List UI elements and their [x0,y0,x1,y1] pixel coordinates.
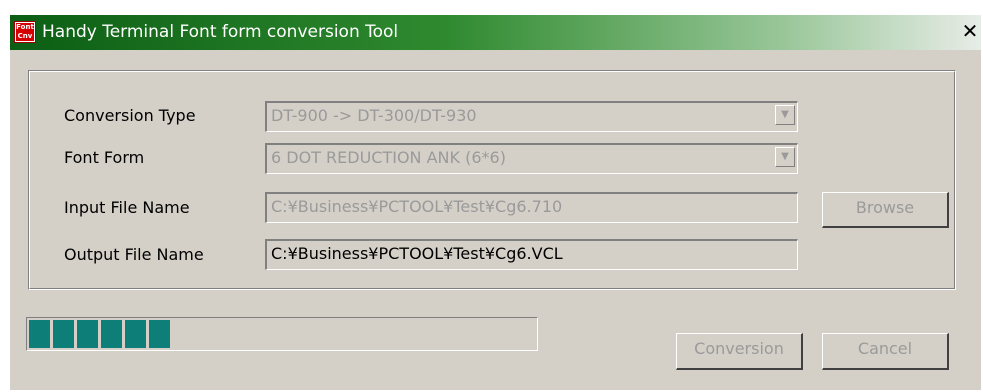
browse-button[interactable]: Browse [822,192,949,228]
output-file-label: Output File Name [64,245,204,264]
window-title: Handy Terminal Font form conversion Tool [42,22,399,42]
progress-segment [125,320,146,348]
chevron-down-icon[interactable]: ▼ [775,147,795,167]
progress-segment [53,320,74,348]
output-file-field[interactable]: C:¥Business¥PCTOOL¥Test¥Cg6.VCL [265,239,798,270]
progress-track [29,320,535,348]
progress-segment [29,320,50,348]
progress-segment [149,320,170,348]
app-icon-top-text: Font [16,23,34,32]
title-bar[interactable]: Font Cnv Handy Terminal Font form conver… [10,15,981,50]
conversion-type-select[interactable]: DT-900 -> DT-300/DT-930 ▼ [265,101,798,132]
close-icon[interactable]: ✕ [959,20,981,42]
font-form-value: 6 DOT REDUCTION ANK (6*6) [271,148,506,167]
font-form-label: Font Form [64,148,145,167]
app-icon-bottom-text: Cnv [16,32,34,41]
progress-bar [26,317,538,351]
progress-segment [101,320,122,348]
conversion-button[interactable]: Conversion [676,333,803,370]
conversion-type-label: Conversion Type [64,106,196,125]
chevron-down-icon[interactable]: ▼ [775,105,795,125]
conversion-type-value: DT-900 -> DT-300/DT-930 [271,106,477,125]
input-file-label: Input File Name [64,198,190,217]
app-icon: Font Cnv [14,21,36,43]
font-form-select[interactable]: 6 DOT REDUCTION ANK (6*6) ▼ [265,143,798,174]
input-file-field[interactable]: C:¥Business¥PCTOOL¥Test¥Cg6.710 [265,192,798,223]
progress-segment [77,320,98,348]
cancel-button[interactable]: Cancel [822,333,949,370]
